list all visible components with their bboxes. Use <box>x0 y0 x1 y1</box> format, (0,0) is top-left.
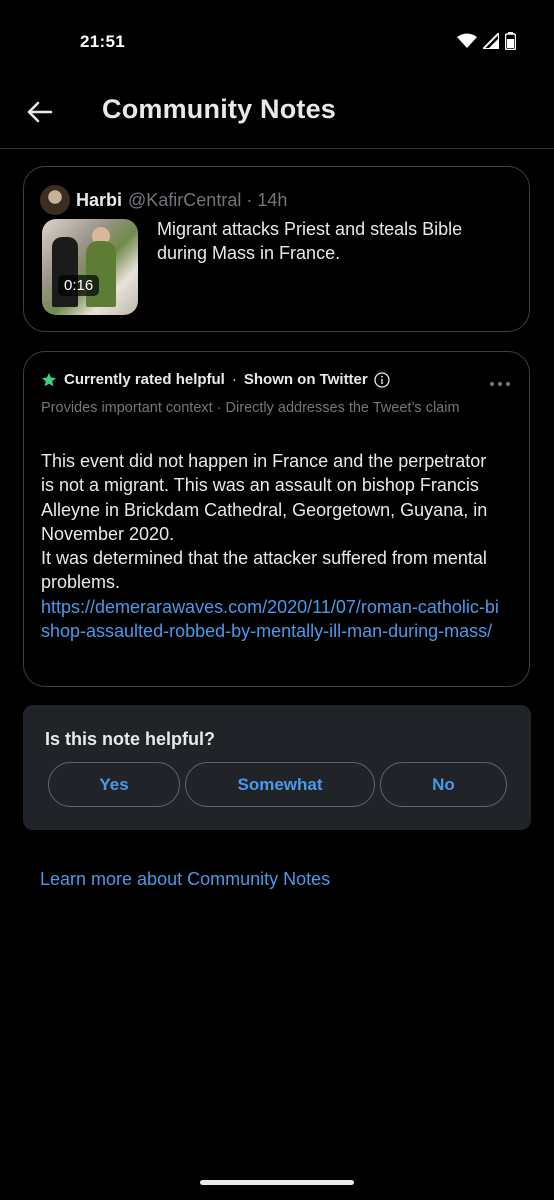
tweet-text: Migrant attacks Priest and steals Bible … <box>157 219 463 263</box>
separator-dot: · <box>246 189 253 210</box>
back-arrow-icon <box>27 101 53 123</box>
author-name[interactable]: Harbi <box>76 190 122 211</box>
note-status: Currently rated helpful · Shown on Twitt… <box>41 371 390 388</box>
page-title: Community Notes <box>102 94 337 124</box>
avatar[interactable] <box>40 185 70 215</box>
tweet-time: 14h <box>257 189 288 210</box>
rating-panel: Is this note helpful? Yes Somewhat No <box>23 705 531 830</box>
video-duration: 0:16 <box>58 275 100 296</box>
yes-button[interactable]: Yes <box>48 762 180 807</box>
video-thumbnail[interactable]: 0:16 <box>42 219 138 315</box>
status-icons <box>457 32 516 50</box>
thumbnail-figure <box>52 237 78 307</box>
status-bar: 21:51 <box>0 0 554 84</box>
more-dots-icon <box>489 381 511 387</box>
note-shown-on: Shown on Twitter <box>243 371 368 388</box>
somewhat-button[interactable]: Somewhat <box>185 762 375 807</box>
info-icon[interactable] <box>374 371 390 388</box>
rating-question: Is this note helpful? <box>45 729 215 749</box>
tweet-header: Harbi @KafirCentral · 14h <box>40 185 287 215</box>
no-button[interactable]: No <box>380 762 507 807</box>
note-source-link[interactable]: https://demerarawaves.com/2020/11/07/rom… <box>41 595 501 644</box>
wifi-icon <box>457 33 477 48</box>
home-indicator[interactable] <box>200 1180 354 1185</box>
thumbnail-priest <box>86 241 116 307</box>
status-time: 21:51 <box>80 32 125 51</box>
community-note-card: Currently rated helpful · Shown on Twitt… <box>23 351 530 687</box>
star-icon <box>42 372 56 386</box>
note-body: This event did not happen in France and … <box>41 449 501 643</box>
note-status-label: Currently rated helpful <box>64 371 225 388</box>
signal-icon <box>483 33 499 49</box>
header: Community Notes <box>0 84 554 149</box>
more-options-button[interactable] <box>489 374 511 392</box>
note-reasons: Provides important context · Directly ad… <box>41 400 460 416</box>
separator-dot: · <box>231 371 237 388</box>
author-handle[interactable]: @KafirCentral <box>128 190 241 211</box>
battery-icon <box>505 32 516 50</box>
tweet-card[interactable]: Harbi @KafirCentral · 14h 0:16 Migrant a… <box>23 166 530 332</box>
note-text: It was determined that the attacker suff… <box>41 548 487 593</box>
learn-more-link[interactable]: Learn more about Community Notes <box>40 869 330 890</box>
note-text: This event did not happen in France and … <box>41 451 488 544</box>
back-button[interactable] <box>22 94 58 130</box>
